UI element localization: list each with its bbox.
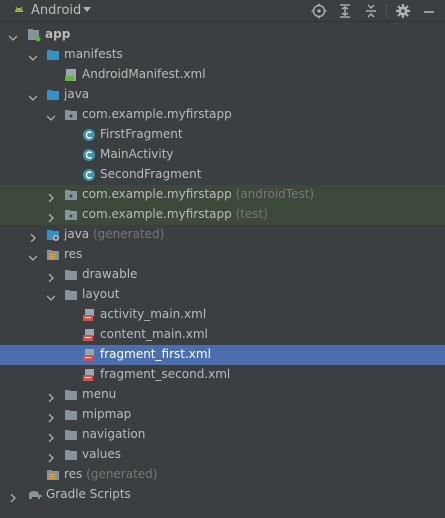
source-set-suffix: (androidTest) xyxy=(235,187,315,201)
generated-suffix: (generated) xyxy=(92,227,165,241)
module-folder-icon xyxy=(27,28,41,42)
chevron-down-icon[interactable] xyxy=(28,51,38,61)
tree-item-layout[interactable]: layout xyxy=(0,285,445,305)
gear-icon[interactable] xyxy=(394,2,412,20)
folder-icon xyxy=(64,448,78,462)
tree-item-mipmap[interactable]: mipmap xyxy=(0,405,445,425)
minimize-icon[interactable] xyxy=(420,2,438,20)
tree-item-res-generated[interactable]: res (generated) xyxy=(0,465,445,485)
manifest-file-icon xyxy=(64,68,78,82)
toolbar-separator xyxy=(386,4,387,18)
tree-item-menu[interactable]: menu xyxy=(0,385,445,405)
tree-item-android-manifest[interactable]: AndroidManifest.xml xyxy=(0,65,445,85)
expand-all-icon[interactable] xyxy=(336,2,354,20)
chevron-right-icon[interactable] xyxy=(47,211,55,223)
tree-item-content-main[interactable]: content_main.xml xyxy=(0,325,445,345)
layout-file-icon xyxy=(82,368,96,382)
package-icon xyxy=(64,208,78,222)
chevron-right-icon[interactable] xyxy=(47,431,55,443)
chevron-right-icon[interactable] xyxy=(29,231,37,243)
view-selector-label[interactable]: Android xyxy=(31,3,81,18)
chevron-right-icon[interactable] xyxy=(47,271,55,283)
chevron-down-icon[interactable] xyxy=(46,291,56,301)
chevron-down-icon[interactable] xyxy=(28,91,38,101)
folder-icon xyxy=(64,288,78,302)
folder-icon xyxy=(46,88,60,102)
tree-item-main-activity[interactable]: MainActivity xyxy=(0,145,445,165)
tree-item-package-main[interactable]: com.example.myfirstapp xyxy=(0,105,445,125)
folder-icon xyxy=(64,408,78,422)
android-icon xyxy=(12,4,26,18)
folder-icon xyxy=(46,48,60,62)
folder-icon xyxy=(64,428,78,442)
tree-item-package-android-test[interactable]: com.example.myfirstapp (androidTest) xyxy=(0,185,445,205)
layout-file-icon xyxy=(82,348,96,362)
tree-item-res[interactable]: res xyxy=(0,245,445,265)
folder-name: java xyxy=(64,227,90,241)
chevron-right-icon[interactable] xyxy=(47,451,55,463)
chevron-right-icon[interactable] xyxy=(47,411,55,423)
package-icon xyxy=(64,188,78,202)
chevron-right-icon[interactable] xyxy=(47,391,55,403)
gradle-elephant-icon xyxy=(27,488,43,502)
tree-item-manifests[interactable]: manifests xyxy=(0,45,445,65)
chevron-down-icon[interactable] xyxy=(28,251,38,261)
chevron-down-icon[interactable] xyxy=(46,111,56,121)
resources-folder-icon xyxy=(46,248,60,262)
generated-suffix: (generated) xyxy=(86,467,158,481)
class-icon xyxy=(82,148,96,162)
generated-folder-icon xyxy=(46,228,60,242)
collapse-all-icon[interactable] xyxy=(362,2,380,20)
layout-file-icon xyxy=(82,308,96,322)
tree-item-java-generated[interactable]: java (generated) xyxy=(0,225,445,245)
tree-item-drawable[interactable]: drawable xyxy=(0,265,445,285)
chevron-right-icon[interactable] xyxy=(47,191,55,203)
package-name: com.example.myfirstapp xyxy=(82,207,232,221)
class-icon xyxy=(82,168,96,182)
tree-item-java[interactable]: java xyxy=(0,85,445,105)
tree-item-second-fragment[interactable]: SecondFragment xyxy=(0,165,445,185)
package-icon xyxy=(64,108,78,122)
source-set-suffix: (test) xyxy=(235,207,268,221)
layout-file-icon xyxy=(82,328,96,342)
chevron-down-icon[interactable] xyxy=(8,31,18,41)
chevron-right-icon[interactable] xyxy=(9,491,17,503)
tree-item-first-fragment[interactable]: FirstFragment xyxy=(0,125,445,145)
locate-icon[interactable] xyxy=(310,2,328,20)
folder-name: res xyxy=(64,467,83,481)
project-view-toolbar: Android xyxy=(0,0,445,22)
folder-icon xyxy=(64,388,78,402)
class-icon xyxy=(82,128,96,142)
package-name: com.example.myfirstapp xyxy=(82,187,232,201)
folder-icon xyxy=(64,268,78,282)
tree-item-app[interactable]: app xyxy=(0,25,445,45)
tree-item-fragment-first[interactable]: fragment_first.xml xyxy=(0,345,445,365)
tree-item-navigation[interactable]: navigation xyxy=(0,425,445,445)
tree-item-activity-main[interactable]: activity_main.xml xyxy=(0,305,445,325)
resources-folder-icon xyxy=(46,468,60,482)
tree-item-package-test[interactable]: com.example.myfirstapp (test) xyxy=(0,205,445,225)
tree-item-values[interactable]: values xyxy=(0,445,445,465)
tree-item-gradle-scripts[interactable]: Gradle Scripts xyxy=(0,485,445,505)
chevron-down-icon[interactable] xyxy=(83,7,91,12)
tree-item-fragment-second[interactable]: fragment_second.xml xyxy=(0,365,445,385)
